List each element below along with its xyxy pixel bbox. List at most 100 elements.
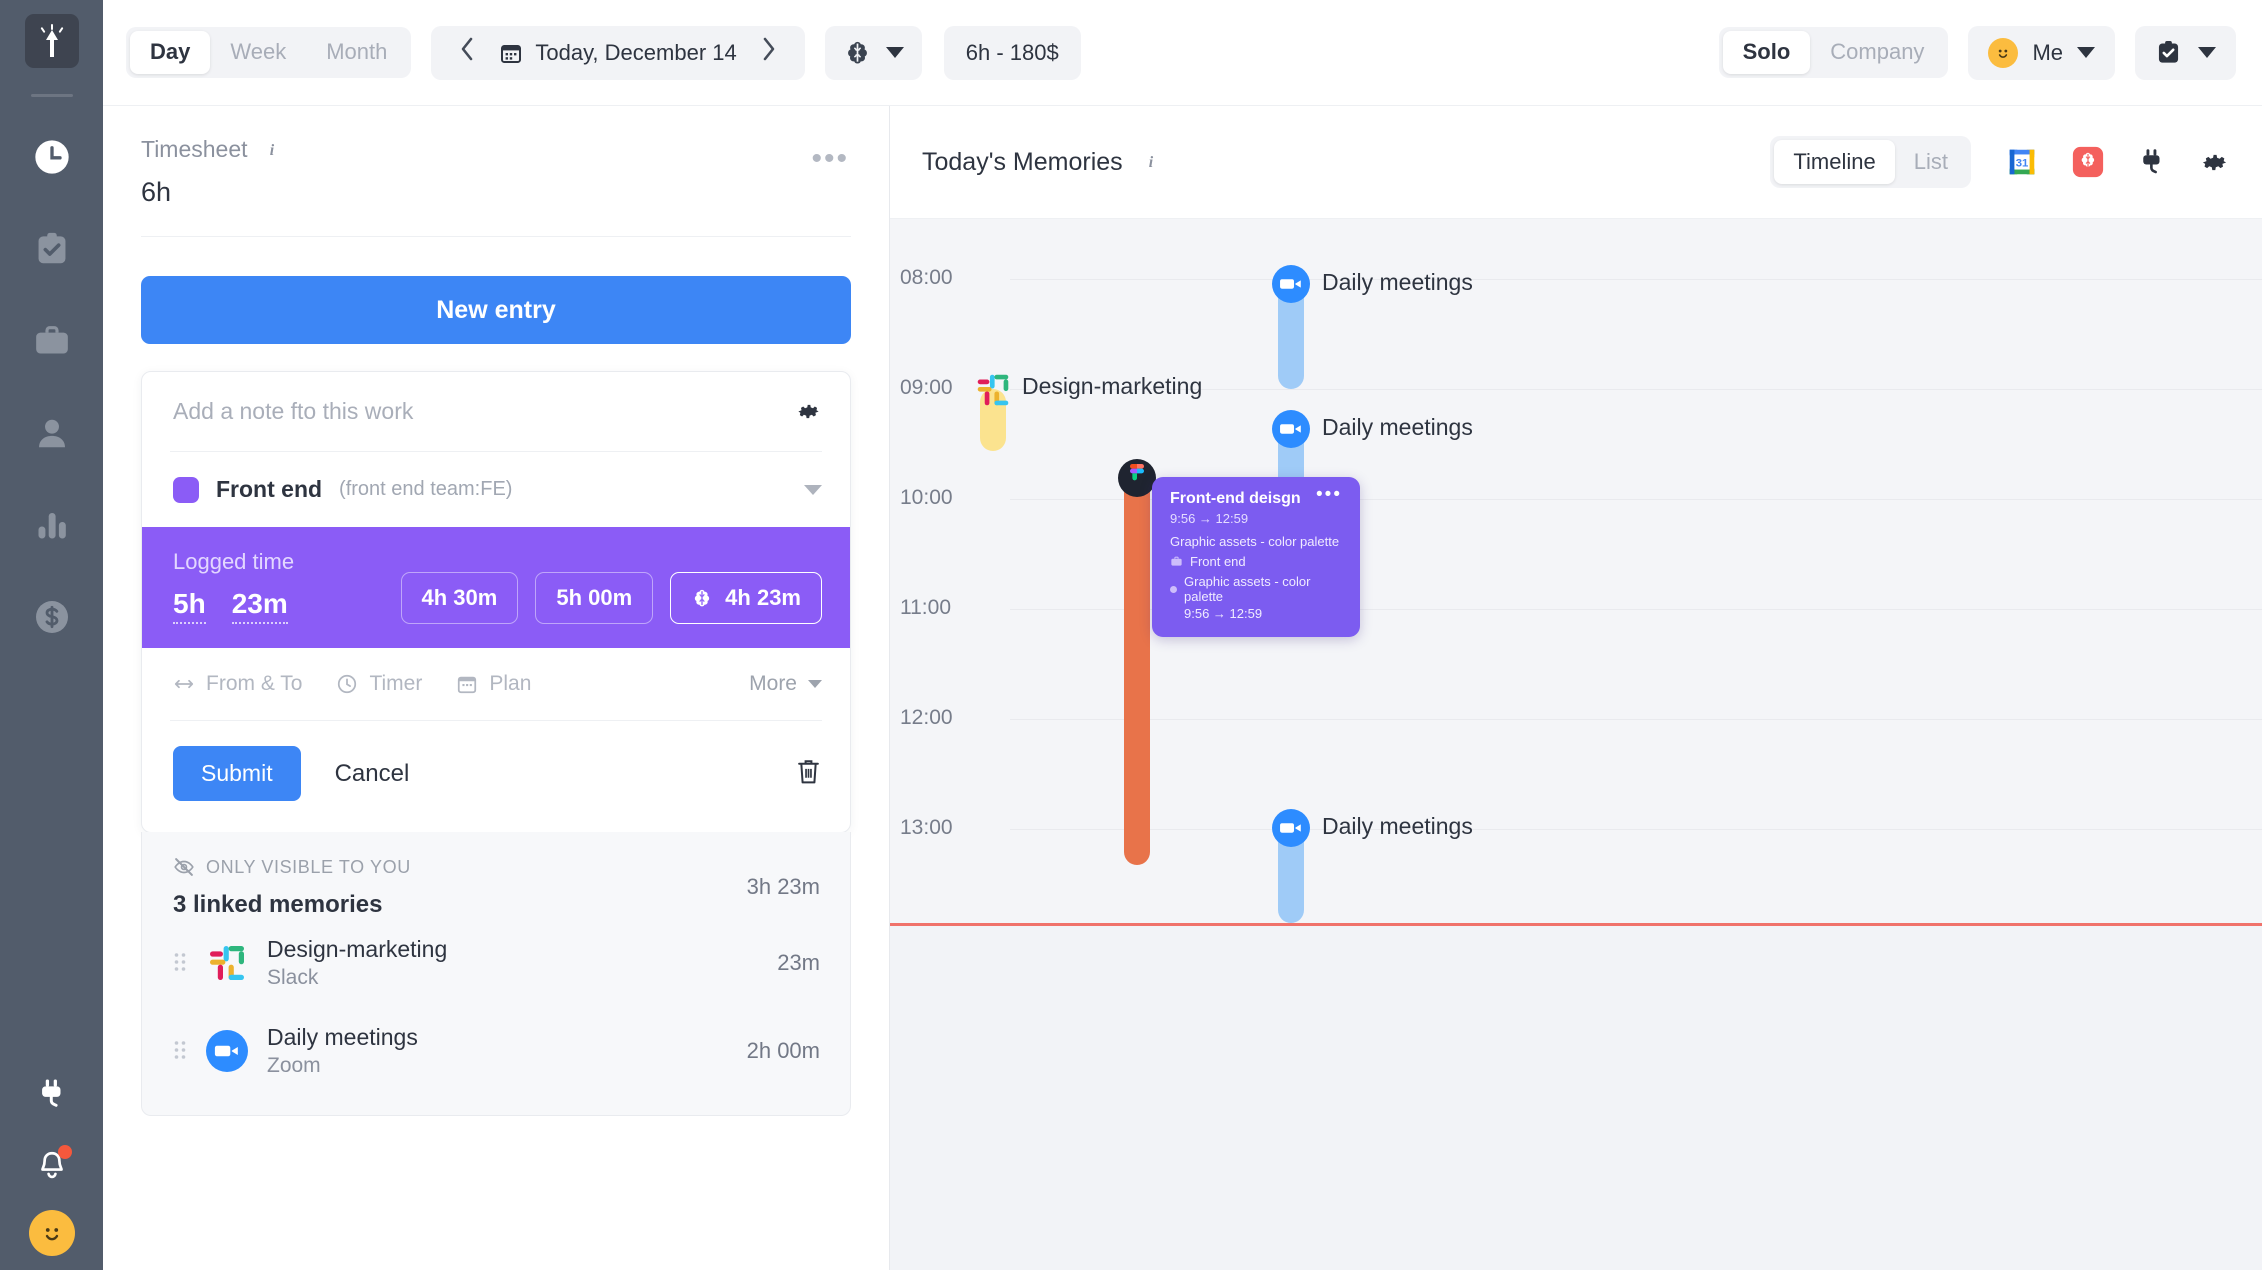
more-options-button[interactable]: More (749, 672, 822, 696)
svg-text:31: 31 (2016, 158, 2029, 170)
logged-minutes-input[interactable]: 23m (231, 588, 288, 624)
sidebar-item-people[interactable] (22, 403, 82, 463)
avatar[interactable] (28, 1210, 75, 1256)
logged-time-value-group: Logged time 5h 23m (173, 549, 294, 624)
timesheet-header: Timesheet i 6h ••• (103, 106, 889, 237)
hour-gridline (1010, 719, 2262, 720)
event-label: Daily meetings (1322, 813, 1473, 839)
brain-filter-button[interactable] (824, 25, 922, 80)
rocket-logo-icon (40, 24, 63, 57)
project-selector[interactable]: Front end (front end team:FE) (142, 452, 850, 527)
app-logo[interactable] (24, 14, 79, 68)
smiley-avatar-icon (45, 1228, 58, 1241)
suggestion-chip-2[interactable]: 5h 00m (535, 572, 654, 624)
delete-entry-button[interactable] (795, 757, 822, 791)
info-icon[interactable]: i (262, 140, 282, 160)
brain-icon (847, 41, 867, 64)
sidebar-item-projects[interactable] (22, 311, 82, 371)
tab-day[interactable]: Day (130, 31, 211, 74)
memories-header-controls: Timeline List 31 (1770, 136, 2230, 188)
chevron-left-icon (462, 37, 473, 61)
sidebar-item-integrations[interactable] (22, 1064, 82, 1124)
dollar-coin-icon (35, 601, 68, 633)
clock-icon (338, 674, 357, 694)
note-input[interactable] (173, 398, 795, 425)
smiley-face-glyph (1999, 49, 2008, 58)
calendar-icon (501, 44, 522, 63)
list-item[interactable]: Design-marketing Slack 23m (142, 919, 850, 1007)
tab-timeline[interactable]: Timeline (1774, 140, 1895, 184)
chevron-down-icon[interactable] (804, 484, 822, 495)
list-item-title: Daily meetings (267, 1024, 418, 1050)
list-item[interactable]: Daily meetings Zoom 2h 00m (142, 1007, 850, 1095)
event-detail-card[interactable]: Front-end deisgn ••• 9:56 → 12:59 Graphi… (1152, 477, 1360, 637)
from-to-button[interactable]: From & To (173, 672, 302, 696)
sidebar-item-notifications[interactable] (22, 1136, 82, 1196)
submit-button[interactable]: Submit (173, 746, 301, 801)
rail-divider (30, 94, 73, 97)
cancel-button[interactable]: Cancel (335, 760, 410, 788)
slack-icon (974, 371, 1012, 409)
detail-card-project-row: Front end (1170, 554, 1342, 569)
tab-list[interactable]: List (1895, 140, 1967, 184)
timer-button[interactable]: Timer (336, 672, 422, 696)
sidebar-item-reports[interactable] (22, 495, 82, 555)
gear-glyph (2202, 154, 2227, 170)
plug-icon[interactable] (2137, 147, 2167, 177)
user-label: Me (2032, 39, 2063, 65)
next-day-button[interactable] (747, 36, 791, 69)
svg-text:i: i (269, 142, 274, 159)
tab-week[interactable]: Week (210, 31, 306, 73)
user-selector[interactable]: Me (1968, 25, 2115, 80)
total-money-badge[interactable]: 6h - 180$ (943, 25, 1081, 80)
drag-grip-glyph (174, 952, 186, 971)
new-entry-button[interactable]: New entry (141, 276, 851, 344)
list-item-title: Design-marketing (267, 936, 448, 962)
sidebar-item-time[interactable] (22, 127, 82, 187)
hour-gridline (1010, 279, 2262, 280)
approvals-button[interactable] (2135, 25, 2236, 80)
sidebar-item-billing[interactable] (22, 587, 82, 647)
logged-hours-input[interactable]: 5h (173, 588, 206, 624)
project-name: Front end (216, 476, 323, 502)
zoom-glyph (206, 1030, 248, 1072)
plan-button[interactable]: Plan (456, 672, 531, 696)
sidebar-item-approvals[interactable] (22, 219, 82, 279)
hour-label: 11:00 (900, 596, 951, 619)
event-bar[interactable] (1124, 477, 1150, 865)
smiley-avatar-icon (1988, 37, 2019, 68)
event-label: Daily meetings (1322, 269, 1473, 295)
linked-memories-header: ONLY VISIBLE TO YOU 3 linked memories 3h… (142, 856, 850, 919)
svg-text:i: i (1148, 154, 1153, 171)
gear-icon[interactable] (795, 398, 822, 425)
suggestion-chip-ai[interactable]: 4h 23m (670, 572, 822, 624)
dot-icon (1170, 585, 1177, 593)
tab-solo[interactable]: Solo (1722, 31, 1811, 74)
prev-day-button[interactable] (445, 36, 489, 69)
detail-card-menu-button[interactable]: ••• (1316, 485, 1342, 503)
suggestion-chip-1[interactable]: 4h 30m (400, 572, 519, 624)
app-root: Day Week Month Today, December 14 6h - 1… (0, 0, 2262, 1270)
logged-time-label: Logged time (173, 549, 295, 574)
tab-month[interactable]: Month (306, 31, 407, 73)
hour-label: 13:00 (900, 816, 953, 839)
arrows-horizontal-icon (174, 679, 194, 689)
memories-header: Today's Memories i Timeline List 31 (890, 106, 2262, 219)
google-calendar-icon[interactable]: 31 (2005, 145, 2039, 179)
tab-company[interactable]: Company (1810, 31, 1944, 73)
hour-label: 08:00 (900, 266, 953, 289)
timeline-grid[interactable]: 08:00 09:00 10:00 11:00 12:00 13:00 Dail… (890, 219, 2262, 1270)
visibility-label: ONLY VISIBLE TO YOU (206, 856, 411, 877)
list-item-source: Zoom (267, 1054, 321, 1077)
gear-icon[interactable] (2199, 147, 2230, 178)
plug-icon (41, 1079, 60, 1107)
drag-grip-icon[interactable] (173, 950, 187, 977)
date-picker-button[interactable]: Today, December 14 (489, 40, 746, 66)
timesheet-more-button[interactable]: ••• (811, 144, 849, 174)
info-icon[interactable]: i (1141, 152, 1161, 172)
clipboard-check-icon (2158, 41, 2179, 63)
linked-memories-count: 3 linked memories (173, 891, 383, 918)
brain-icon[interactable] (2071, 145, 2105, 179)
drag-grip-icon[interactable] (173, 1038, 187, 1065)
zoom-glyph (1272, 410, 1310, 448)
